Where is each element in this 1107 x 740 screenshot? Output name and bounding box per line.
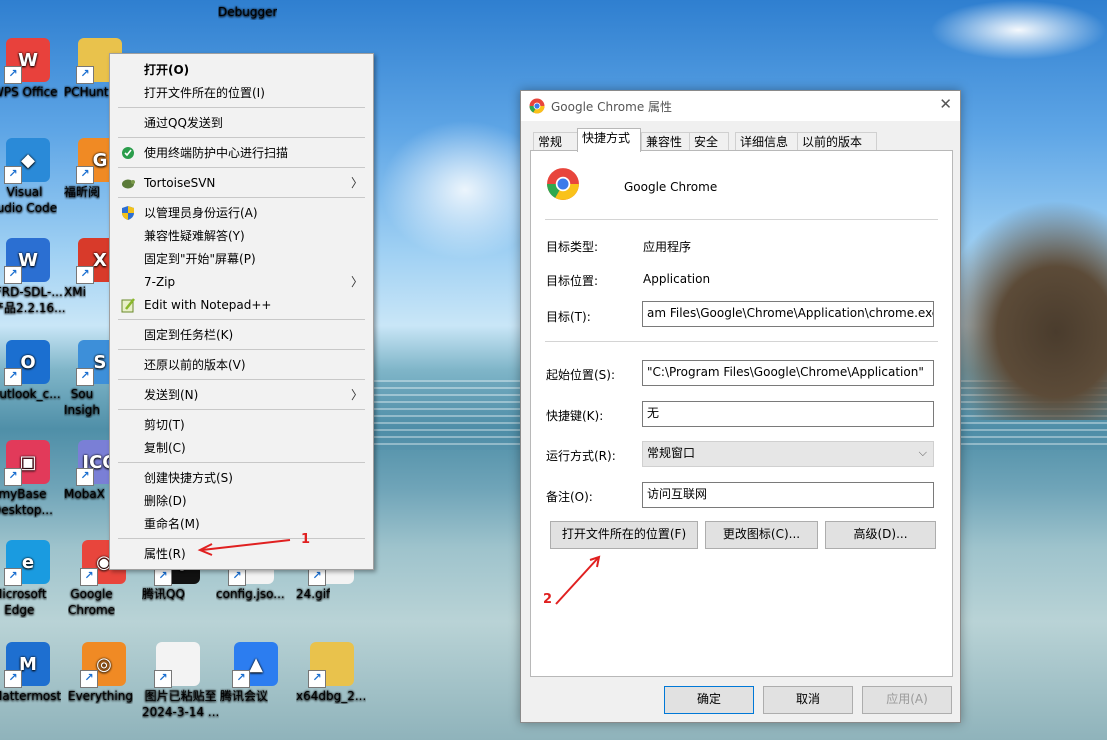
annotation-label-1: 1: [301, 532, 311, 547]
annotation-arrow-2: [555, 557, 599, 605]
annotation-arrows: [197, 539, 601, 605]
annotation-label-2: 2: [543, 592, 553, 607]
tab-shortcut[interactable]: 快捷方式: [577, 128, 641, 152]
annotation-arrow-1: [201, 539, 291, 551]
